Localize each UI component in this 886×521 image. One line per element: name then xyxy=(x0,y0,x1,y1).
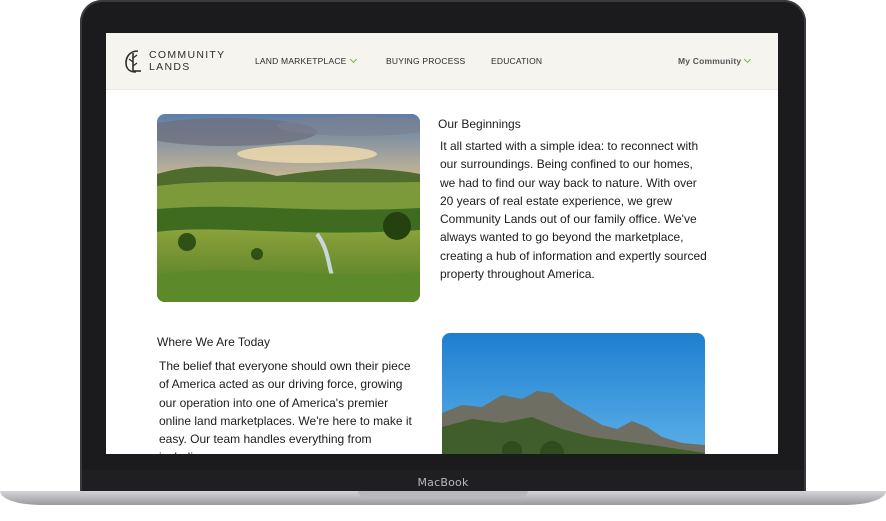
browser-viewport: COMMUNITY LANDS LAND MARKETPLACE BUYING … xyxy=(106,33,778,454)
logo-wordmark: COMMUNITY LANDS xyxy=(149,49,225,73)
site-logo[interactable]: COMMUNITY LANDS xyxy=(122,47,225,75)
nav-label: EDUCATION xyxy=(491,56,543,66)
section-body-today: The belief that everyone should own thei… xyxy=(159,359,412,454)
logo-line-2: LANDS xyxy=(149,61,191,73)
device-label: MacBook xyxy=(417,476,469,489)
section-title-today: Where We Are Today xyxy=(157,335,270,349)
valley-landscape-image xyxy=(157,114,420,302)
section-body-beginnings: It all started with a simple idea: to re… xyxy=(440,139,707,282)
account-menu-label: My Community xyxy=(678,56,742,66)
nav-label: LAND MARKETPLACE xyxy=(255,56,347,66)
mountain-landscape-image xyxy=(442,333,705,454)
chevron-down-icon xyxy=(349,55,357,64)
logo-line-1: COMMUNITY xyxy=(149,49,226,61)
laptop-notch xyxy=(358,491,528,497)
nav-land-marketplace[interactable]: LAND MARKETPLACE xyxy=(255,55,357,66)
section-title-beginnings: Our Beginnings xyxy=(438,117,521,131)
nav-education[interactable]: EDUCATION xyxy=(491,56,542,66)
tree-logo-icon xyxy=(125,50,141,73)
nav-label: BUYING PROCESS xyxy=(386,56,466,66)
chevron-down-icon xyxy=(744,55,752,64)
site-header: COMMUNITY LANDS LAND MARKETPLACE BUYING … xyxy=(106,33,778,90)
nav-buying-process[interactable]: BUYING PROCESS xyxy=(386,56,465,66)
my-community-menu[interactable]: My Community xyxy=(678,55,752,66)
